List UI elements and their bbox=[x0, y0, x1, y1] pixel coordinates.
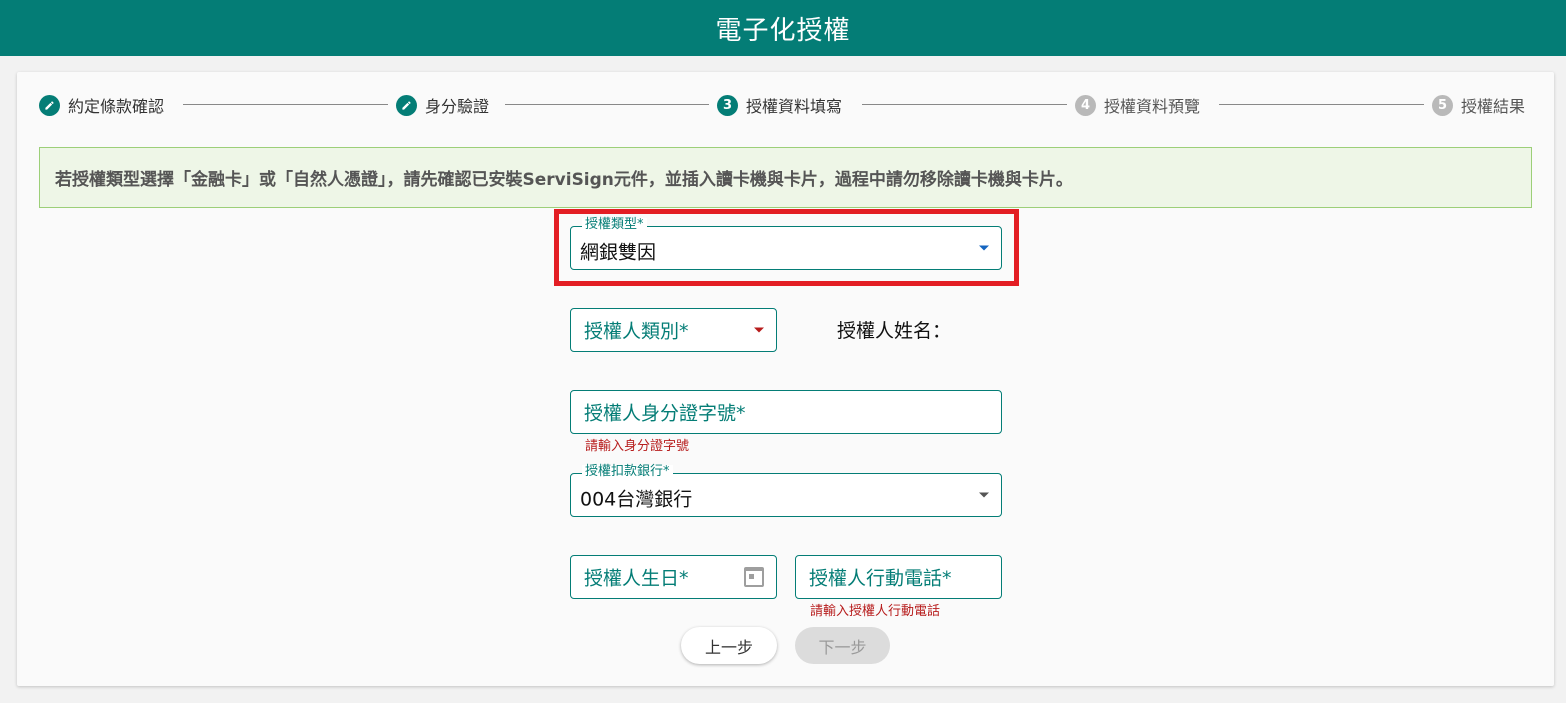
authorizer-category-placeholder: 授權人類別* bbox=[584, 320, 689, 343]
step-label: 授權資料填寫 bbox=[746, 97, 843, 116]
authorizer-category-select[interactable]: 授權人類別* bbox=[570, 308, 777, 352]
next-button[interactable]: 下一步 bbox=[795, 627, 890, 664]
debit-bank-label: 授權扣款銀行* bbox=[582, 465, 673, 479]
calendar-icon[interactable] bbox=[744, 567, 764, 587]
step-label: 身分驗證 bbox=[425, 97, 490, 116]
step-connector bbox=[183, 104, 388, 105]
step-number: 3 bbox=[717, 94, 738, 116]
pencil-icon bbox=[39, 94, 60, 116]
page-title: 電子化授權 bbox=[715, 15, 851, 46]
mobile-input[interactable]: 授權人行動電話* bbox=[795, 555, 1002, 599]
step-label: 授權資料預覽 bbox=[1104, 97, 1201, 116]
pencil-icon bbox=[396, 94, 417, 116]
highlight-box bbox=[554, 209, 1019, 286]
mobile-placeholder: 授權人行動電話* bbox=[809, 567, 952, 590]
step-fill-data: 3 授權資料填寫 bbox=[717, 93, 842, 117]
step-number: 5 bbox=[1432, 94, 1453, 116]
chevron-down-icon bbox=[754, 327, 764, 333]
notice-banner: 若授權類型選擇「金融卡」或「自然人憑證」，請先確認已安裝ServiSign元件，… bbox=[39, 147, 1532, 208]
authorizer-id-input[interactable]: 授權人身分證字號* bbox=[570, 390, 1002, 434]
step-label: 約定條款確認 bbox=[68, 97, 165, 116]
step-identity: 身分驗證 bbox=[396, 93, 489, 117]
step-label: 授權結果 bbox=[1461, 97, 1526, 116]
birthday-input[interactable]: 授權人生日* bbox=[570, 555, 777, 599]
step-terms: 約定條款確認 bbox=[39, 93, 164, 117]
step-connector bbox=[1219, 104, 1424, 105]
step-result: 5 授權結果 bbox=[1432, 93, 1525, 117]
birthday-placeholder: 授權人生日* bbox=[584, 567, 689, 590]
step-connector bbox=[505, 104, 709, 105]
notice-text: 若授權類型選擇「金融卡」或「自然人憑證」，請先確認已安裝ServiSign元件，… bbox=[55, 170, 1073, 190]
prev-button[interactable]: 上一步 bbox=[681, 627, 777, 664]
debit-bank-select[interactable]: 授權扣款銀行* 004台灣銀行 bbox=[570, 465, 1002, 517]
step-preview: 4 授權資料預覽 bbox=[1075, 93, 1200, 117]
authorizer-id-error: 請輸入身分證字號 bbox=[585, 439, 690, 454]
debit-bank-value: 004台灣銀行 bbox=[580, 488, 693, 511]
next-button-label: 下一步 bbox=[818, 637, 867, 657]
step-connector bbox=[862, 104, 1067, 105]
authorizer-name-label: 授權人姓名： bbox=[837, 320, 952, 342]
prev-button-label: 上一步 bbox=[704, 637, 753, 657]
chevron-down-icon bbox=[979, 492, 989, 498]
authorizer-id-placeholder: 授權人身分證字號* bbox=[584, 402, 746, 425]
mobile-error: 請輸入授權人行動電話 bbox=[810, 604, 941, 619]
app-header: 電子化授權 bbox=[0, 0, 1566, 56]
step-number: 4 bbox=[1075, 94, 1096, 116]
